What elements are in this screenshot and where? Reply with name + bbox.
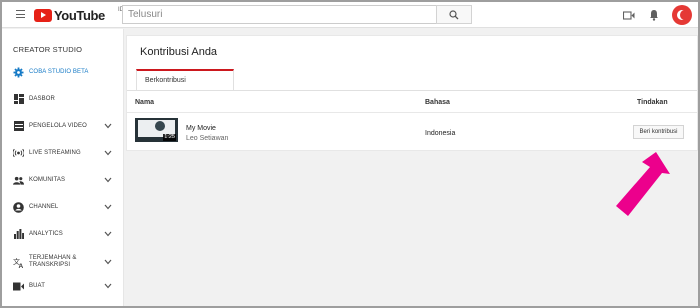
- youtube-logo[interactable]: YouTube ID: [34, 7, 124, 23]
- sidebar-item-try-studio-beta[interactable]: COBA STUDIO BETA: [2, 63, 124, 81]
- sidebar-item-label: DASBOR: [29, 95, 55, 102]
- avatar[interactable]: [672, 5, 692, 25]
- sidebar-item-create[interactable]: BUAT: [2, 277, 124, 295]
- chevron-down-icon: [104, 177, 112, 183]
- search-icon: [449, 9, 459, 19]
- search-input[interactable]: [122, 5, 436, 24]
- chevron-down-icon: [104, 259, 112, 265]
- video-camera-icon: [622, 10, 634, 20]
- community-icon: [13, 175, 24, 186]
- contributions-panel: Kontribusi Anda Berkontribusi Nama Bahas…: [126, 35, 698, 151]
- sidebar-item-label: TERJEMAHAN & TRANSKRIPSI: [29, 255, 77, 269]
- sidebar-title: CREATOR STUDIO: [13, 45, 83, 54]
- sidebar-item-label: CHANNEL: [29, 203, 59, 210]
- video-manager-icon: [13, 121, 24, 132]
- analytics-icon: [13, 229, 24, 240]
- sidebar-item-label: PENGELOLA VIDEO: [29, 122, 87, 129]
- menu-icon[interactable]: [16, 10, 25, 18]
- video-owner: Leo Setiawan: [186, 135, 229, 142]
- sidebar-item-label-line1: TERJEMAHAN &: [29, 255, 77, 261]
- live-icon: [13, 148, 24, 159]
- sidebar-item-community[interactable]: KOMUNITAS: [2, 171, 124, 189]
- chevron-down-icon: [104, 283, 112, 289]
- sidebar-item-live-streaming[interactable]: LIVE STREAMING: [2, 144, 124, 162]
- svg-text:A: A: [19, 263, 24, 268]
- table-divider: [127, 112, 697, 113]
- video-title[interactable]: My Movie: [186, 125, 216, 132]
- dashboard-icon: [13, 94, 24, 105]
- chevron-down-icon: [104, 123, 112, 129]
- sidebar-item-label: LIVE STREAMING: [29, 149, 81, 156]
- channel-icon: [13, 201, 24, 213]
- translate-icon: 文 A: [13, 257, 24, 268]
- sidebar-item-translations[interactable]: 文 A TERJEMAHAN & TRANSKRIPSI: [2, 251, 124, 273]
- sidebar-item-label: BUAT: [29, 282, 45, 289]
- annotation-arrow-icon: [616, 152, 670, 216]
- sidebar-item-label: ANALYTICS: [29, 230, 63, 237]
- sidebar: CREATOR STUDIO COBA STUDIO BETA DASBOR P…: [2, 29, 124, 306]
- sidebar-item-analytics[interactable]: ANALYTICS: [2, 225, 124, 243]
- video-duration: 1:25: [163, 134, 176, 141]
- sidebar-item-channel[interactable]: CHANNEL: [2, 198, 124, 216]
- tab-label: Berkontribusi: [145, 77, 186, 84]
- column-header-language: Bahasa: [425, 99, 450, 106]
- table-divider: [127, 150, 697, 151]
- chevron-down-icon: [104, 231, 112, 237]
- chevron-down-icon: [104, 204, 112, 210]
- chevron-down-icon: [104, 150, 112, 156]
- video-language: Indonesia: [425, 130, 456, 137]
- tab-divider: [127, 90, 697, 91]
- gear-icon: [13, 67, 24, 78]
- thumbnail-graphic: [155, 121, 165, 131]
- notifications-button[interactable]: [647, 9, 660, 21]
- tab-contributed[interactable]: Berkontribusi: [136, 69, 234, 91]
- column-header-name: Nama: [135, 99, 155, 106]
- create-icon: [13, 281, 24, 292]
- sidebar-item-video-manager[interactable]: PENGELOLA VIDEO: [2, 117, 124, 135]
- page-title: Kontribusi Anda: [140, 46, 218, 58]
- bell-icon: [649, 10, 658, 21]
- masthead: YouTube ID: [2, 2, 698, 28]
- app-frame: YouTube ID CREA: [2, 2, 698, 306]
- brand-name: YouTube: [54, 7, 105, 23]
- sidebar-item-label: COBA STUDIO BETA: [29, 68, 89, 75]
- upload-button[interactable]: [622, 9, 635, 21]
- sidebar-item-dashboard[interactable]: DASBOR: [2, 90, 124, 108]
- main-content: Kontribusi Anda Berkontribusi Nama Bahas…: [126, 35, 698, 306]
- search-button[interactable]: [436, 5, 472, 24]
- contribute-button[interactable]: Beri kontribusi: [633, 125, 684, 139]
- video-thumbnail[interactable]: 1:25: [135, 118, 178, 142]
- sidebar-item-label: KOMUNITAS: [29, 176, 66, 183]
- play-logo-icon: [34, 8, 52, 22]
- sidebar-item-label-line2: TRANSKRIPSI: [29, 262, 71, 268]
- column-header-actions: Tindakan: [637, 99, 668, 106]
- search-bar: [122, 5, 472, 24]
